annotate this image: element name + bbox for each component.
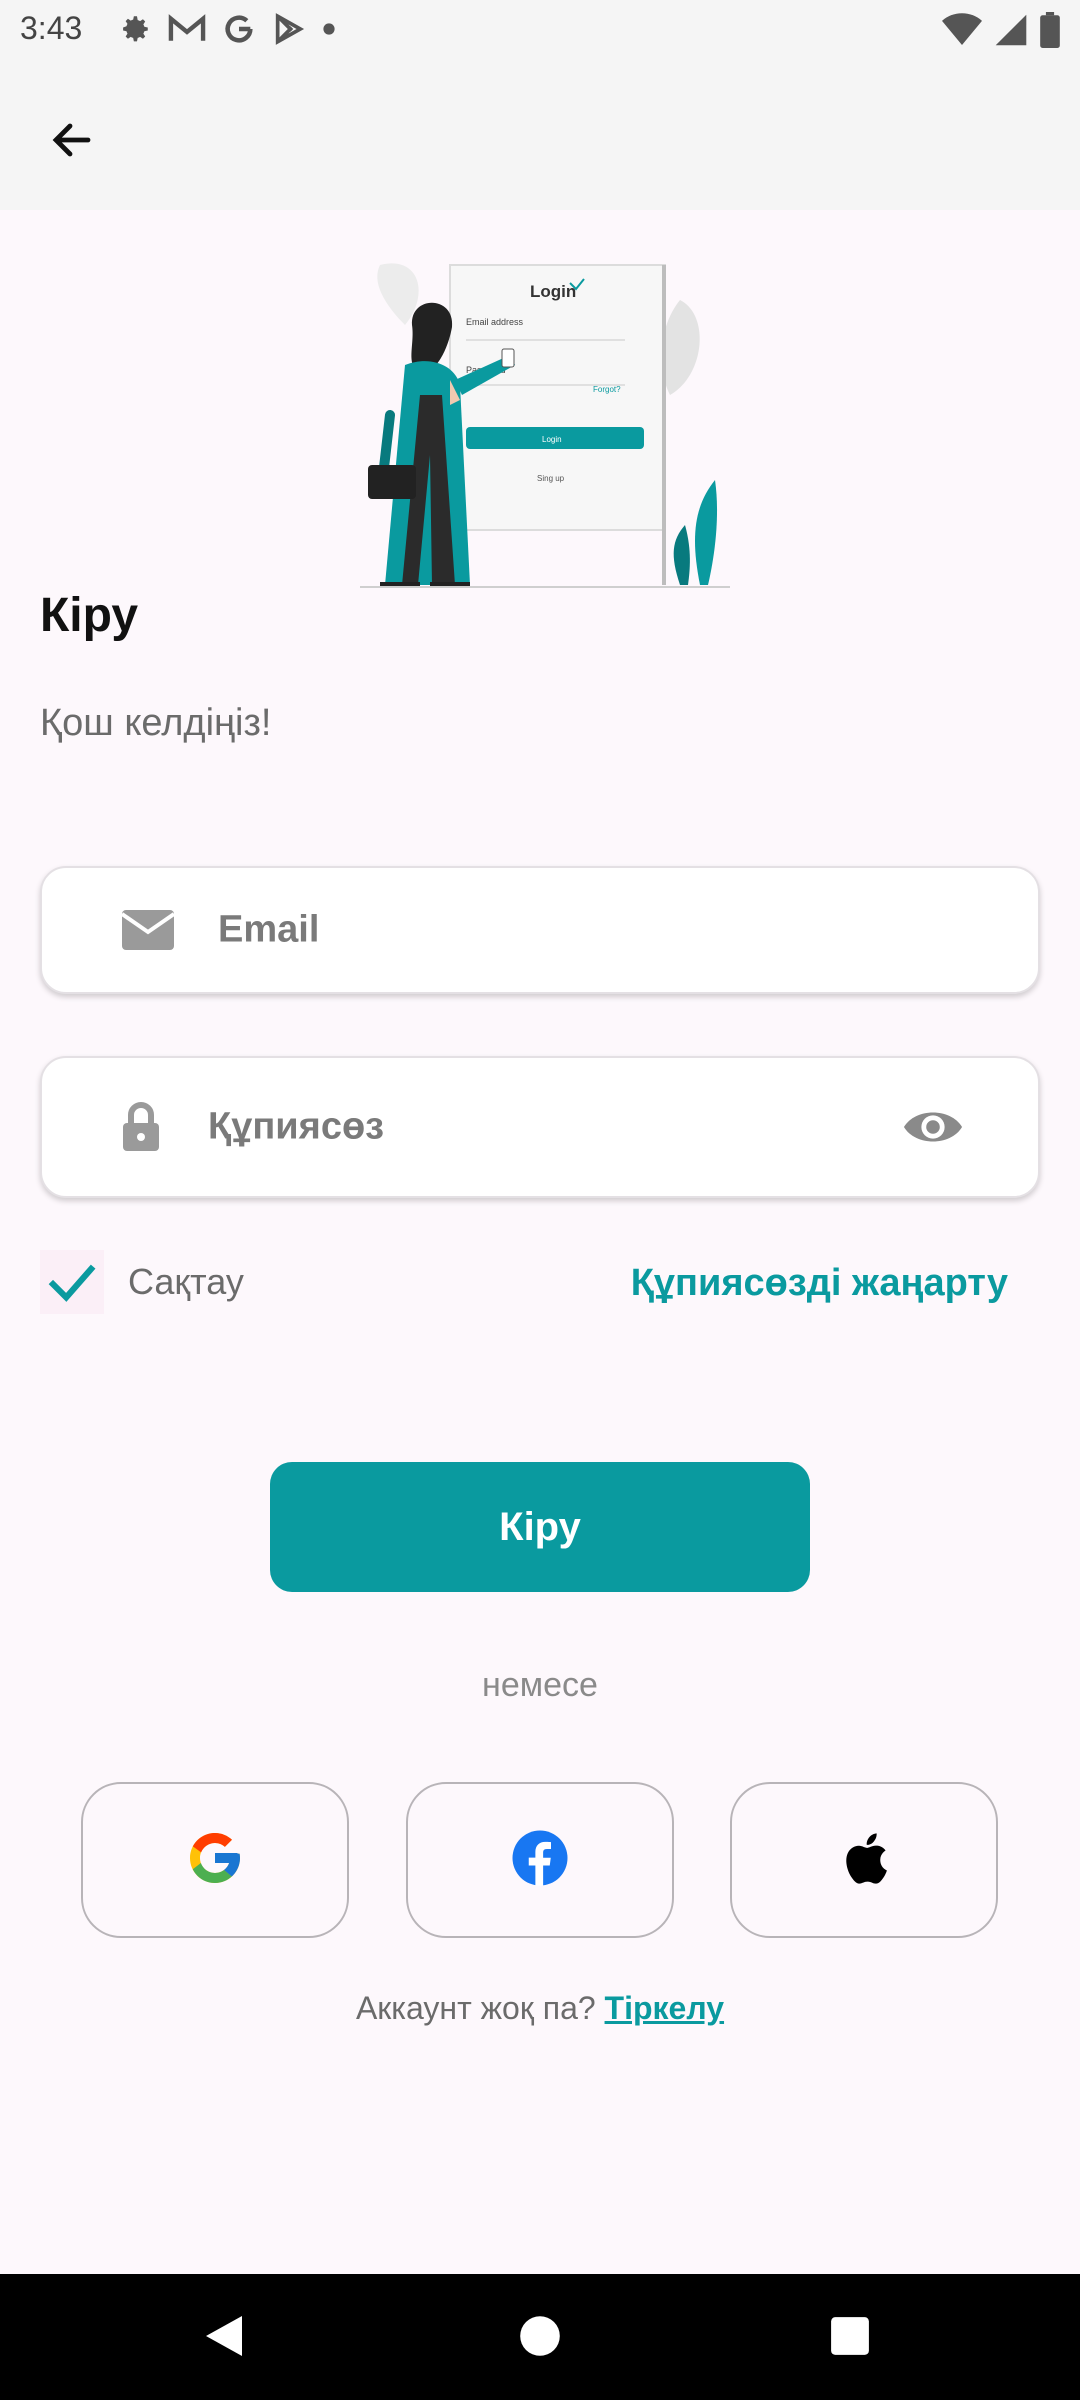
square-recents-icon <box>829 2315 871 2362</box>
remember-checkbox[interactable]: Сақтау <box>40 1250 244 1314</box>
signup-prompt: Аккаунт жоқ па? <box>355 1990 596 2026</box>
nav-home-button[interactable] <box>508 2306 572 2370</box>
dot-icon <box>322 22 336 41</box>
apple-login-button[interactable] <box>730 1782 998 1938</box>
or-divider: немесе <box>482 1666 598 1704</box>
envelope-icon <box>120 908 176 952</box>
settings-icon <box>118 12 152 51</box>
signal-icon <box>994 13 1028 52</box>
facebook-logo-icon <box>510 1828 570 1893</box>
nav-back-button[interactable] <box>192 2306 256 2370</box>
checkmark-icon <box>40 1250 104 1314</box>
google-logo-icon <box>185 1828 245 1893</box>
email-placeholder: Email <box>218 908 320 951</box>
notification-icons <box>118 12 336 51</box>
signup-row: Аккаунт жоқ па? Тіркелу <box>0 1990 1080 2027</box>
password-placeholder: Құпиясөз <box>208 1105 385 1148</box>
system-icons <box>942 12 1060 53</box>
signup-link[interactable]: Тіркелу <box>605 1990 725 2026</box>
play-store-icon <box>272 12 306 51</box>
welcome-subtitle: Қош келдіңіз! <box>40 702 272 744</box>
illustration-card-title: Login <box>530 282 576 301</box>
login-illustration: Login Email address Password Forgot? Log… <box>360 255 730 595</box>
illustration-button-label: Login <box>542 435 562 444</box>
circle-home-icon <box>518 2314 562 2363</box>
remember-label: Сақтау <box>128 1261 244 1302</box>
password-field[interactable]: Құпиясөз <box>40 1056 1040 1198</box>
eye-icon[interactable] <box>902 1105 964 1149</box>
back-button[interactable] <box>40 110 104 174</box>
facebook-login-button[interactable] <box>406 1782 674 1938</box>
arrow-left-icon <box>48 116 96 169</box>
battery-icon <box>1040 12 1060 53</box>
status-time: 3:43 <box>20 10 83 46</box>
google-icon <box>222 12 256 51</box>
navigation-bar <box>0 2274 1080 2400</box>
illustration-email-label: Email address <box>466 317 524 327</box>
google-login-button[interactable] <box>81 1782 349 1938</box>
reset-password-link[interactable]: Құпиясөзді жаңарту <box>631 1262 1008 1305</box>
triangle-back-icon <box>202 2312 246 2365</box>
login-button[interactable]: Кіру <box>270 1462 810 1592</box>
gmail-icon <box>168 14 206 49</box>
page-title: Кіру <box>40 589 139 642</box>
email-field[interactable]: Email <box>40 866 1040 994</box>
apple-logo-icon <box>837 1828 891 1893</box>
illustration-forgot-label: Forgot? <box>593 385 621 394</box>
lock-icon <box>120 1101 162 1153</box>
wifi-icon <box>942 13 982 52</box>
status-bar: 3:43 <box>0 0 1080 62</box>
app-bar <box>0 62 1080 210</box>
illustration-signup-label: Sing up <box>537 474 565 483</box>
nav-recents-button[interactable] <box>818 2306 882 2370</box>
